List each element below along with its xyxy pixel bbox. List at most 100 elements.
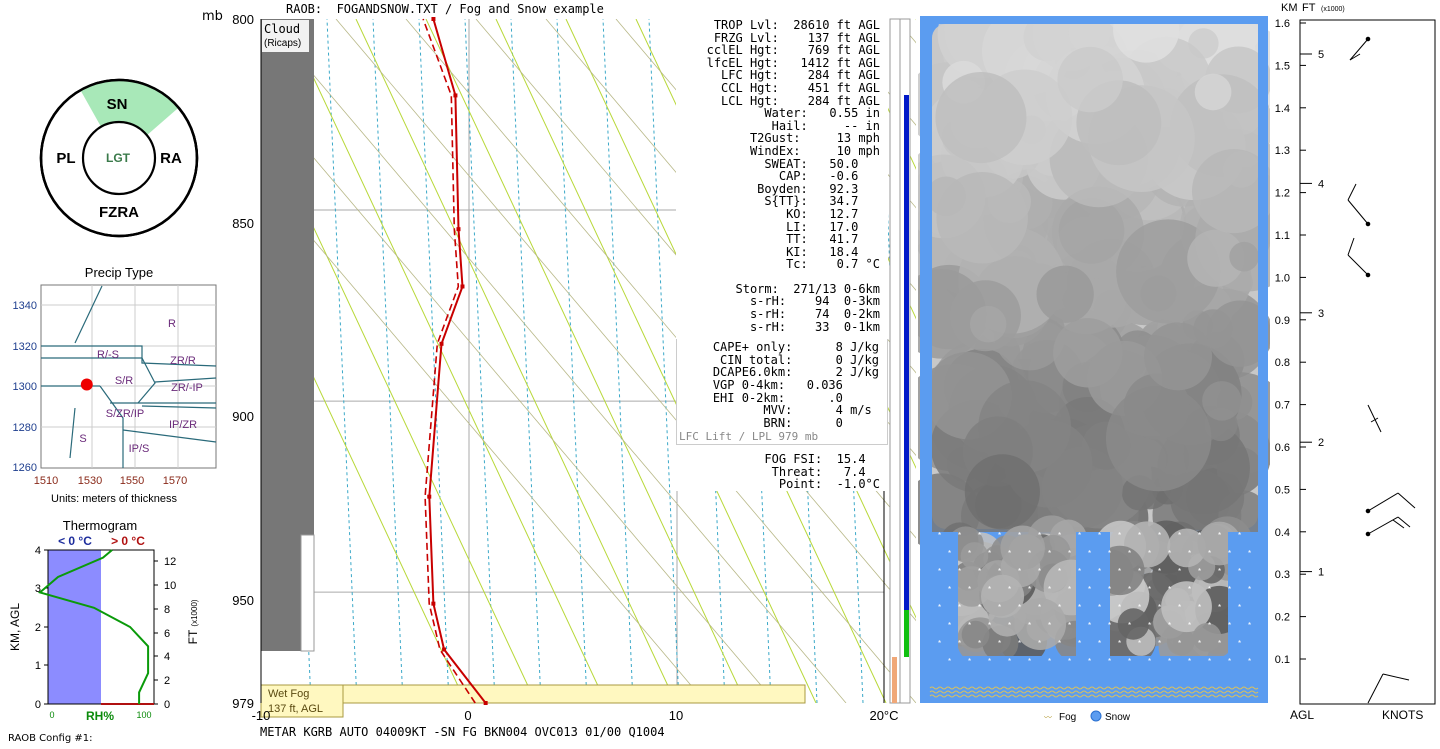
svg-text:*: *	[998, 603, 1001, 612]
svg-text:*: *	[1218, 603, 1221, 612]
svg-text:*: *	[1118, 603, 1121, 612]
ft-tick: 4	[1318, 178, 1324, 190]
svg-text:*: *	[1198, 531, 1201, 540]
svg-text:*: *	[1108, 585, 1111, 594]
km-tick: 1.5	[1275, 60, 1290, 72]
parameter-row: cclEL Hgt: 769 ft AGL	[706, 43, 880, 58]
ft-axis-label: FT	[1302, 2, 1316, 14]
parameter-row: VGP 0-4km: 0.036	[712, 378, 879, 393]
svg-text:*: *	[1018, 531, 1021, 540]
svg-text:*: *	[1088, 621, 1091, 630]
precip-region-ip-zr: IP/ZR	[169, 419, 197, 431]
precip-type-title: Precip Type	[85, 265, 153, 280]
precip-wheel: SN PL RA FZRA LGT	[39, 78, 199, 238]
svg-text:*: *	[1148, 621, 1151, 630]
svg-text:*: *	[1188, 549, 1191, 558]
svg-text:*: *	[978, 639, 981, 648]
thermogram-below-zero: < 0 °C	[58, 534, 92, 548]
parameter-row: CCL Hgt: 451 ft AGL	[721, 80, 880, 95]
svg-text:*: *	[1188, 657, 1191, 666]
svg-text:*: *	[948, 657, 951, 666]
svg-text:*: *	[998, 567, 1001, 576]
svg-text:*: *	[1178, 639, 1181, 648]
thermogram-ft-tick: 0	[164, 699, 170, 711]
svg-text:*: *	[948, 585, 951, 594]
thermogram-km-tick: 1	[35, 660, 41, 672]
svg-text:*: *	[1238, 639, 1241, 648]
svg-text:*: *	[1158, 603, 1161, 612]
wind-plot-area	[1299, 19, 1436, 705]
precip-region-zr-r: ZR/R	[170, 355, 196, 367]
wheel-label-intensity: LGT	[106, 151, 131, 165]
parameter-row: Point: -1.0°C	[778, 477, 880, 492]
temp-tick: 10	[669, 708, 683, 723]
svg-text:*: *	[1048, 621, 1051, 630]
precip-xtick: 1570	[163, 475, 187, 487]
svg-text:*: *	[1178, 567, 1181, 576]
svg-text:*: *	[1228, 585, 1231, 594]
svg-text:*: *	[1138, 531, 1141, 540]
svg-text:*: *	[1138, 603, 1141, 612]
svg-text:*: *	[1058, 531, 1061, 540]
temperature-point	[453, 93, 458, 98]
svg-text:*: *	[1158, 639, 1161, 648]
agl-label: AGL	[1290, 708, 1314, 722]
svg-text:*: *	[1188, 621, 1191, 630]
km-tick: 0.1	[1275, 654, 1290, 666]
svg-text:*: *	[1068, 585, 1071, 594]
snow-legend-label: Snow	[1105, 712, 1131, 723]
svg-text:*: *	[1088, 585, 1091, 594]
wheel-label-ra: RA	[160, 150, 182, 167]
ricaps-label: (Ricaps)	[264, 38, 301, 49]
thermogram-ft-tick: 6	[164, 628, 170, 640]
wheel-label-pl: PL	[56, 150, 75, 167]
svg-text:*: *	[1118, 639, 1121, 648]
precip-xtick: 1550	[120, 475, 144, 487]
svg-text:*: *	[1198, 639, 1201, 648]
svg-text:*: *	[1058, 639, 1061, 648]
pressure-label: 850	[232, 216, 254, 231]
svg-text:*: *	[1148, 549, 1151, 558]
precip-region-ip-s: IP/S	[129, 443, 150, 455]
precip-xtick: 1530	[78, 475, 102, 487]
metar-text: METAR KGRB AUTO 04009KT -SN FG BKN004 OV…	[260, 725, 665, 739]
svg-text:*: *	[958, 531, 961, 540]
svg-text:*: *	[1218, 531, 1221, 540]
km-tick: 0.3	[1275, 569, 1290, 581]
thermogram-x-tick: 0	[49, 710, 54, 720]
svg-text:*: *	[1178, 603, 1181, 612]
svg-text:*: *	[1248, 585, 1251, 594]
svg-text:*: *	[1248, 621, 1251, 630]
thermogram-title: Thermogram	[63, 518, 137, 533]
moisture-bar	[904, 95, 909, 610]
km-axis-label: KM	[1281, 2, 1298, 14]
ft-axis-sub: (x1000)	[1321, 6, 1345, 13]
ft-tick: 2	[1318, 437, 1324, 449]
svg-text:*: *	[1198, 567, 1201, 576]
svg-text:*: *	[1128, 657, 1131, 666]
svg-text:*: *	[1108, 657, 1111, 666]
parameter-row: KO: 12.7	[786, 206, 880, 221]
svg-text:*: *	[938, 531, 941, 540]
svg-text:*: *	[1008, 585, 1011, 594]
parameters-panel: TROP Lvl: 28610 ft AGL FRZG Lvl: 137 ft A…	[676, 19, 888, 491]
precip-ytick: 1260	[13, 462, 37, 474]
ft-tick: 5	[1318, 49, 1324, 61]
svg-text:*: *	[1228, 549, 1231, 558]
svg-text:*: *	[1038, 567, 1041, 576]
svg-text:*: *	[1188, 585, 1191, 594]
svg-text:*: *	[938, 567, 941, 576]
pressure-label: 950	[232, 593, 254, 608]
svg-text:*: *	[938, 639, 941, 648]
parameter-row: TT: 41.7	[786, 232, 880, 247]
temperature-profile-line	[428, 18, 487, 704]
parameter-row: Tc: 0.7 °C	[786, 257, 880, 272]
knots-label: KNOTS	[1382, 708, 1423, 722]
svg-text:*: *	[1068, 657, 1071, 666]
svg-text:*: *	[958, 567, 961, 576]
svg-text:*: *	[1028, 621, 1031, 630]
precip-current-point	[80, 378, 93, 391]
svg-text:*: *	[978, 603, 981, 612]
svg-text:*: *	[1158, 531, 1161, 540]
svg-text:*: *	[1218, 639, 1221, 648]
